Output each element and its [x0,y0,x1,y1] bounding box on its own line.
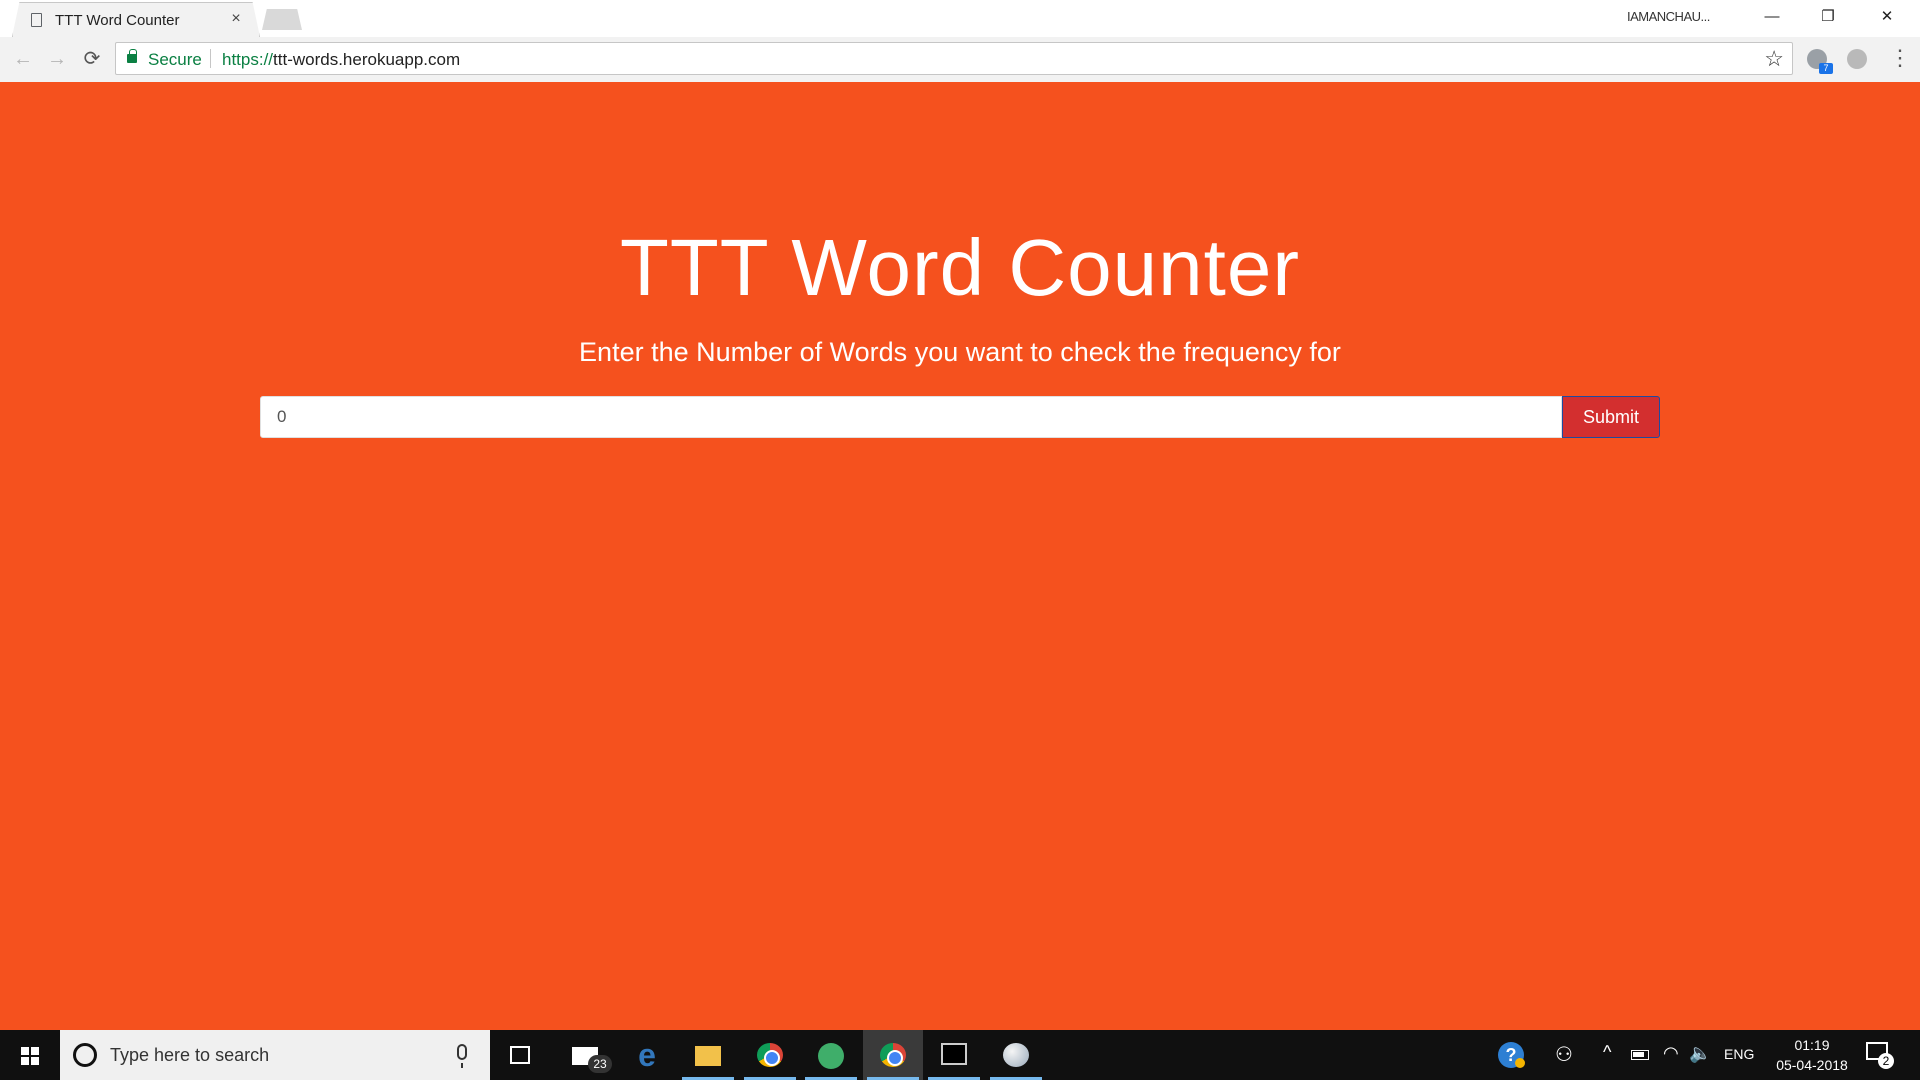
forward-button[interactable]: → [44,46,70,72]
task-view-icon [510,1046,530,1064]
reload-button[interactable]: ⟳ [79,46,105,72]
extension-icon-2[interactable] [1847,49,1867,69]
paint-icon [1003,1043,1029,1067]
clock-date: 05-04-2018 [1776,1057,1848,1073]
mail-app-button[interactable]: 23 [555,1030,615,1080]
new-tab-button[interactable] [262,9,302,30]
close-window-button[interactable]: ✕ [1858,0,1916,34]
file-explorer-icon [695,1046,721,1066]
taskbar: Type here to search 23 e ? ⚇ ^ ◠ 🔈 ENG 0… [0,1030,1920,1080]
people-icon[interactable]: ⚇ [1555,1042,1573,1067]
security-label[interactable]: Secure [148,50,202,70]
terminal-icon [941,1043,967,1065]
maximize-button[interactable]: ❐ [1799,0,1857,34]
minimize-button[interactable]: — [1743,0,1801,34]
word-count-form: Submit [260,396,1660,438]
taskbar-search[interactable]: Type here to search [60,1030,490,1080]
atom-app-button[interactable] [801,1030,861,1080]
terminal-app-button[interactable] [924,1030,984,1080]
chrome-active-app-button[interactable] [863,1030,923,1080]
clock-time: 01:19 [1794,1037,1830,1053]
page-content: TTT Word Counter Enter the Number of Wor… [0,82,1920,1030]
volume-icon[interactable]: 🔈 [1689,1043,1711,1064]
url-text[interactable]: https://ttt-words.herokuapp.com [222,50,460,70]
page-subtitle: Enter the Number of Words you want to ch… [579,337,1341,367]
extension-badge: 7 [1819,63,1833,74]
page-title: TTT Word Counter [620,223,1300,312]
lock-icon[interactable] [127,49,137,63]
word-count-input[interactable] [260,396,1562,438]
tab-close-icon[interactable]: × [227,10,245,28]
language-indicator[interactable]: ENG [1724,1046,1754,1062]
browser-chrome: TTT Word Counter × IAMANCHAU... — ❐ ✕ ← … [0,0,1920,82]
address-separator [210,49,211,68]
browser-toolbar: ← → ⟳ Secure https://ttt-words.herokuapp… [0,37,1920,82]
action-center-button[interactable]: 2 [1866,1042,1894,1069]
address-bar[interactable]: Secure https://ttt-words.herokuapp.com ☆ [115,42,1793,75]
tab-title: TTT Word Counter [55,12,180,29]
back-button[interactable]: ← [10,46,36,72]
tab-strip: TTT Word Counter × IAMANCHAU... — ❐ ✕ [0,0,1920,37]
notification-badge: 2 [1878,1053,1894,1069]
url-host: ttt-words.herokuapp.com [273,50,461,69]
browser-tab[interactable]: TTT Word Counter × [12,2,260,37]
url-scheme: https:// [222,50,274,69]
edge-icon: e [638,1037,656,1073]
atom-icon [818,1043,844,1069]
bookmark-star-icon[interactable]: ☆ [1764,46,1784,72]
battery-icon[interactable] [1631,1050,1649,1060]
submit-button[interactable]: Submit [1562,396,1660,438]
browser-menu-icon[interactable]: ⋮ [1889,45,1911,73]
microphone-icon[interactable] [457,1044,467,1068]
edge-app-button[interactable]: e [617,1030,677,1080]
paint-app-button[interactable] [986,1030,1046,1080]
page-icon [31,13,42,27]
chrome-icon [757,1043,783,1067]
clock[interactable]: 01:19 05-04-2018 [1762,1035,1862,1075]
start-button[interactable] [0,1030,60,1080]
task-view-button[interactable] [490,1030,550,1080]
wifi-icon[interactable]: ◠ [1663,1043,1679,1064]
help-badge [1515,1058,1525,1068]
chrome-icon [880,1043,906,1067]
file-explorer-button[interactable] [678,1030,738,1080]
search-placeholder: Type here to search [110,1045,270,1065]
profile-name[interactable]: IAMANCHAU... [1627,9,1710,24]
cortana-icon [73,1043,97,1067]
show-hidden-icons-chevron-icon[interactable]: ^ [1603,1042,1611,1063]
mail-badge: 23 [588,1055,612,1073]
chrome-app-button[interactable] [740,1030,800,1080]
windows-logo-icon [21,1047,39,1065]
